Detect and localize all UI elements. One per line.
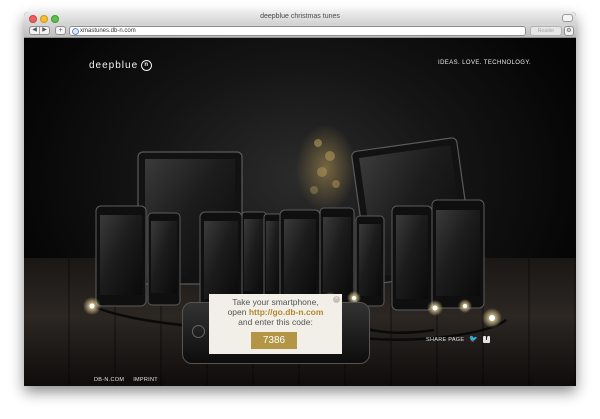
deepblue-logo[interactable]: deepblue n	[89, 59, 153, 71]
share-page-label: SHARE PAGE	[426, 336, 465, 343]
title-bar: deepblue christmas tunes	[24, 12, 576, 24]
tagline: IDEAS. LOVE. TECHNOLOGY.	[438, 60, 532, 66]
access-code: 7386	[251, 332, 297, 349]
close-icon[interactable]: ×	[333, 296, 340, 303]
home-button	[192, 325, 205, 338]
card-open-text: open	[227, 307, 249, 317]
forward-arrow-icon[interactable]: ▶	[39, 27, 49, 34]
card-instruction-line1: Take your smartphone,	[232, 297, 319, 307]
window-title: deepblue christmas tunes	[260, 13, 340, 20]
footer-link-imprint[interactable]: IMPRINT	[133, 377, 158, 383]
back-arrow-icon[interactable]: ◀	[30, 27, 39, 34]
globe-icon	[72, 28, 79, 35]
fullscreen-button[interactable]	[562, 14, 573, 22]
reader-button[interactable]: Reader	[530, 26, 562, 36]
twitter-icon[interactable]: 🐦	[469, 336, 478, 343]
add-tab-icon[interactable]: +	[55, 26, 66, 35]
code-card: × Take your smartphone, open http://go.d…	[209, 294, 342, 354]
footer-links: DB-N.COM IMPRINT	[94, 377, 158, 383]
gear-icon[interactable]: ⚙	[564, 26, 574, 36]
logo-wordmark: deepblue	[89, 59, 139, 71]
navigation-buttons: ◀ ▶	[29, 26, 50, 35]
facebook-icon[interactable]: f	[483, 336, 491, 343]
address-bar[interactable]: xmastunes.db-n.com	[69, 26, 526, 36]
card-instruction-line3: and enter this code:	[238, 317, 313, 327]
logo-n-mark: n	[141, 59, 153, 71]
url-text: xmastunes.db-n.com	[80, 28, 136, 34]
christmas-tree-bokeh	[296, 124, 356, 212]
go-db-n-link[interactable]: http://go.db-n.com	[249, 307, 324, 317]
share-controls: SHARE PAGE 🐦 f	[426, 336, 491, 343]
browser-toolbar: ◀ ▶ + xmastunes.db-n.com Reader ⚙	[24, 24, 576, 38]
footer-link-db-n[interactable]: DB-N.COM	[94, 377, 124, 383]
card-instruction-line2: open http://go.db-n.com	[209, 307, 342, 317]
